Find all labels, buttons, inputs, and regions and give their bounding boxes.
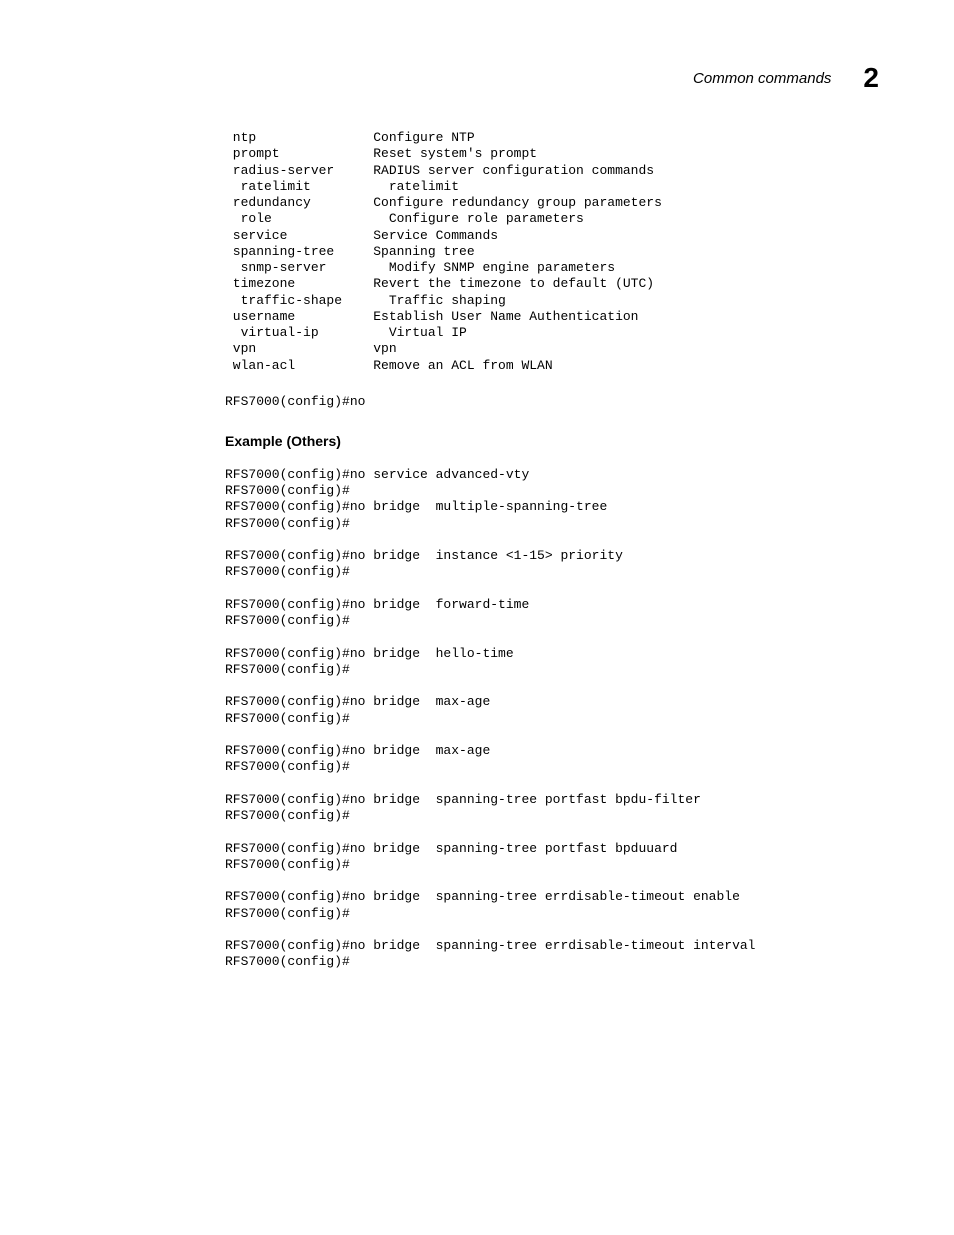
header-title: Common commands	[693, 70, 831, 87]
page-header: Common commands 2	[693, 62, 879, 94]
page-content: ntp Configure NTP prompt Reset system's …	[225, 130, 885, 971]
examples-block: RFS7000(config)#no service advanced-vty …	[225, 467, 885, 971]
prompt-line: RFS7000(config)#no	[225, 394, 885, 409]
command-table: ntp Configure NTP prompt Reset system's …	[225, 130, 885, 374]
section-heading: Example (Others)	[225, 433, 885, 449]
chapter-number: 2	[863, 62, 879, 94]
